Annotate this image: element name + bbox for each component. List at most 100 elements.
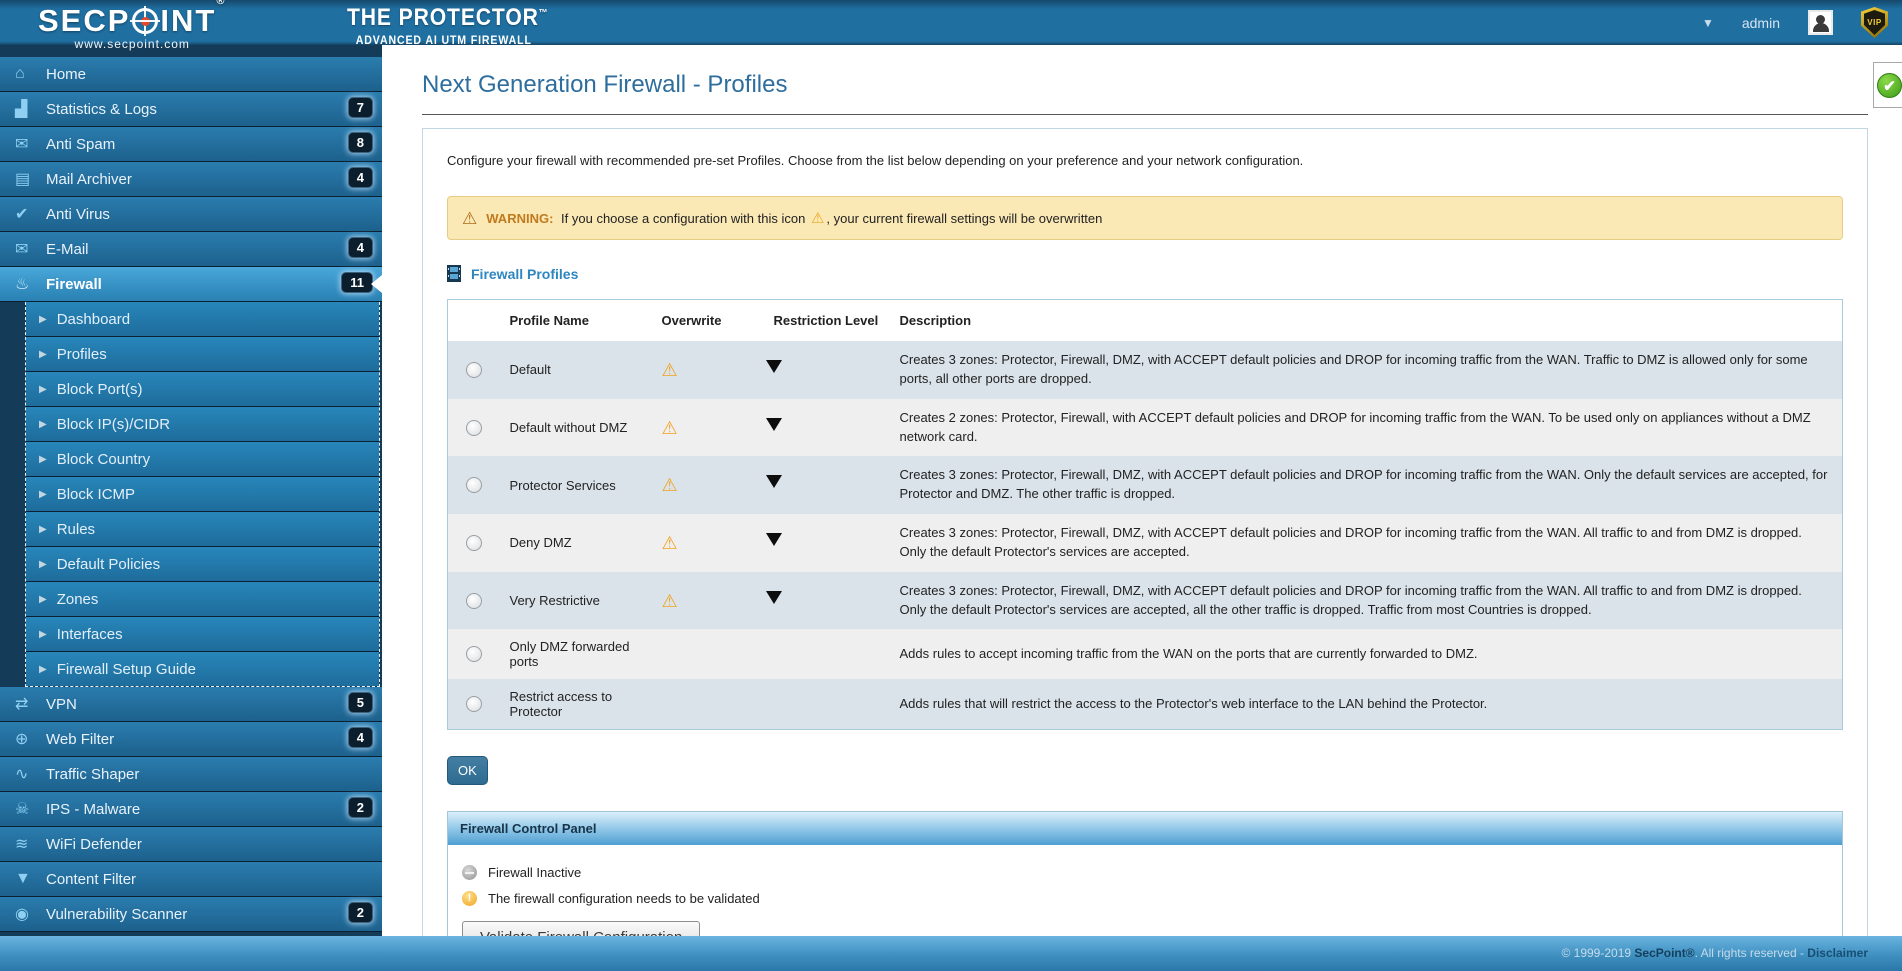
- trademark-mark: ™: [538, 8, 549, 19]
- user-dropdown-caret-icon[interactable]: ▼: [1702, 16, 1714, 30]
- validate-firewall-button[interactable]: Validate Firewall Configuration: [462, 921, 701, 936]
- edge-status-widget[interactable]: [1873, 62, 1902, 108]
- overwrite-cell: [652, 679, 764, 730]
- sidebar-item-statistics-logs[interactable]: ▟ Statistics & Logs 7: [0, 92, 382, 127]
- sidebar-item-badge: 11: [341, 272, 373, 293]
- validation-status-text: The firewall configuration needs to be v…: [488, 891, 760, 907]
- sidebar-item-label: Statistics & Logs: [46, 100, 157, 118]
- sidebar-item-vpn[interactable]: ⇄ VPN 5: [0, 687, 382, 722]
- sidebar-item-content-filter[interactable]: ▼ Content Filter: [0, 862, 382, 897]
- disclaimer-link[interactable]: Disclaimer: [1807, 946, 1868, 960]
- sidebar-item-wifi-defender[interactable]: ≋ WiFi Defender: [0, 827, 382, 862]
- sidebar-subitem-block-icmp[interactable]: ▶ Block ICMP: [26, 477, 379, 512]
- product-branding: THE PROTECTOR™ ADVANCED AI UTM FIREWALL: [347, 4, 576, 47]
- description-cell: Creates 3 zones: Protector, Firewall, DM…: [899, 525, 1802, 559]
- user-name[interactable]: admin: [1742, 15, 1780, 31]
- sidebar-item-badge: 5: [347, 692, 373, 713]
- restriction-cell: [764, 629, 890, 679]
- logo-part2: INT: [160, 3, 217, 38]
- intro-text: Configure your firewall with recommended…: [447, 153, 1304, 168]
- sidebar-subitem-interfaces[interactable]: ▶ Interfaces: [26, 617, 379, 652]
- sidebar-item-anti-virus[interactable]: ✔ Anti Virus: [0, 197, 382, 232]
- profile-name-cell: Default: [509, 362, 551, 378]
- sidebar-item-label: VPN: [46, 695, 77, 713]
- page-title: Next Generation Firewall - Profiles: [422, 71, 788, 98]
- section-title: Firewall Profiles: [471, 265, 579, 282]
- sidebar-item-firewall[interactable]: ♨ Firewall 11: [0, 267, 382, 302]
- restriction-marker-icon: [765, 532, 782, 546]
- web-filter-icon: ⊕: [15, 731, 29, 748]
- overwrite-warning-icon: ⚠: [661, 590, 678, 611]
- sidebar-subitem-block-port-s[interactable]: ▶ Block Port(s): [26, 372, 379, 407]
- sidebar-item-home[interactable]: ⌂ Home: [0, 57, 382, 92]
- submenu-arrow-icon: ▶: [39, 418, 47, 430]
- sidebar-item-ips-malware[interactable]: ☠ IPS - Malware 2: [0, 792, 382, 827]
- sidebar-item-label: Web Filter: [46, 730, 115, 748]
- restriction-marker-icon: [765, 475, 782, 489]
- sidebar-item-label: E-Mail: [46, 240, 89, 258]
- description-cell: Creates 2 zones: Protector, Firewall, wi…: [899, 409, 1811, 444]
- sidebar-subitem-rules[interactable]: ▶ Rules: [26, 512, 379, 547]
- restriction-cell: [764, 399, 890, 457]
- profile-row-default: Default ⚠ Creates 3 zones: Protector, Fi…: [447, 341, 1843, 399]
- profile-radio[interactable]: [465, 534, 482, 551]
- overwrite-cell: ⚠: [652, 341, 764, 399]
- sidebar-item-traffic-shaper[interactable]: ∿ Traffic Shaper: [0, 757, 382, 792]
- needs-validation-icon: [462, 891, 477, 907]
- restriction-cell: [764, 679, 890, 730]
- profile-name-cell: Deny DMZ: [509, 535, 572, 551]
- profile-row-default-without-dmz: Default without DMZ ⚠ Creates 2 zones: P…: [447, 398, 1843, 457]
- restriction-cell: [764, 572, 890, 630]
- profile-radio[interactable]: [465, 477, 482, 494]
- sidebar-item-e-mail[interactable]: ✉ E-Mail 4: [0, 232, 382, 267]
- profile-radio[interactable]: [465, 419, 482, 436]
- sidebar-subitem-zones[interactable]: ▶ Zones: [26, 582, 379, 617]
- email-icon: ✉: [15, 241, 29, 258]
- sidebar-subitem-label: Block Port(s): [56, 380, 143, 398]
- ok-button[interactable]: OK: [447, 756, 488, 786]
- sidebar-subitem-profiles[interactable]: ▶ Profiles: [26, 337, 379, 372]
- warning-banner: ⚠ WARNING: If you choose a configuration…: [447, 196, 1843, 240]
- sidebar-subitem-dashboard[interactable]: ▶ Dashboard: [26, 302, 379, 337]
- traffic-shaper-icon: ∿: [15, 766, 29, 783]
- sidebar-item-web-filter[interactable]: ⊕ Web Filter 4: [0, 722, 382, 757]
- sidebar-item-anti-spam[interactable]: ✉ Anti Spam 8: [0, 127, 382, 162]
- logo-part1: SECP: [38, 3, 131, 38]
- warning-text-before: If you choose a configuration with this …: [561, 211, 806, 226]
- sidebar-subitem-firewall-setup-guide[interactable]: ▶ Firewall Setup Guide: [26, 652, 379, 686]
- restriction-cell: [764, 456, 890, 514]
- profile-radio[interactable]: [465, 361, 482, 378]
- warning-triangle-icon: ⚠: [462, 208, 478, 228]
- profile-name-cell: Very Restrictive: [509, 593, 600, 609]
- sidebar-item-badge: 4: [347, 727, 373, 748]
- copyright-prefix: © 1999-2019: [1561, 946, 1635, 960]
- profiles-panel: Configure your firewall with recommended…: [422, 128, 1868, 936]
- sidebar-subitem-label: Block Country: [56, 450, 151, 468]
- sidebar-subitem-block-country[interactable]: ▶ Block Country: [26, 442, 379, 477]
- profile-name-cell: Protector Services: [509, 477, 616, 493]
- firewall-submenu: ▶ Dashboard ▶ Profiles ▶ Block Port(s) ▶…: [25, 302, 380, 687]
- profile-radio[interactable]: [465, 696, 482, 713]
- sidebar-item-badge: 4: [347, 237, 373, 258]
- profile-radio[interactable]: [465, 592, 482, 609]
- sidebar-item-vulnerability-scanner[interactable]: ◉ Vulnerability Scanner 2: [0, 897, 382, 932]
- sidebar-subitem-default-policies[interactable]: ▶ Default Policies: [26, 547, 379, 582]
- ips-malware-icon: ☠: [15, 801, 30, 818]
- sidebar-item-label: Home: [46, 65, 87, 83]
- sidebar-item-badge: 8: [347, 132, 373, 153]
- vip-badge-icon[interactable]: VIP: [1861, 7, 1888, 38]
- firewall-profiles-heading: Firewall Profiles: [447, 265, 1843, 282]
- profile-name-cell: Default without DMZ: [509, 420, 628, 436]
- sidebar-item-badge: 7: [347, 97, 373, 118]
- sidebar-subitem-label: Dashboard: [56, 310, 131, 328]
- sidebar-item-mail-archiver[interactable]: ▤ Mail Archiver 4: [0, 162, 382, 197]
- description-cell: Adds rules that will restrict the access…: [899, 696, 1488, 712]
- sidebar-menu: ⌂ Home ▟ Statistics & Logs 7 ✉ Anti Spam…: [0, 45, 382, 936]
- firewall-status-text: Firewall Inactive: [488, 865, 582, 881]
- profile-radio[interactable]: [465, 646, 482, 663]
- sidebar-subitem-block-ip-s-cidr[interactable]: ▶ Block IP(s)/CIDR: [26, 407, 379, 442]
- user-avatar-icon[interactable]: [1808, 10, 1833, 35]
- warning-text-after: , your current firewall settings will be…: [826, 211, 1103, 226]
- firewall-inactive-icon: [462, 865, 477, 881]
- warning-text: WARNING: If you choose a configuration w…: [486, 209, 1102, 227]
